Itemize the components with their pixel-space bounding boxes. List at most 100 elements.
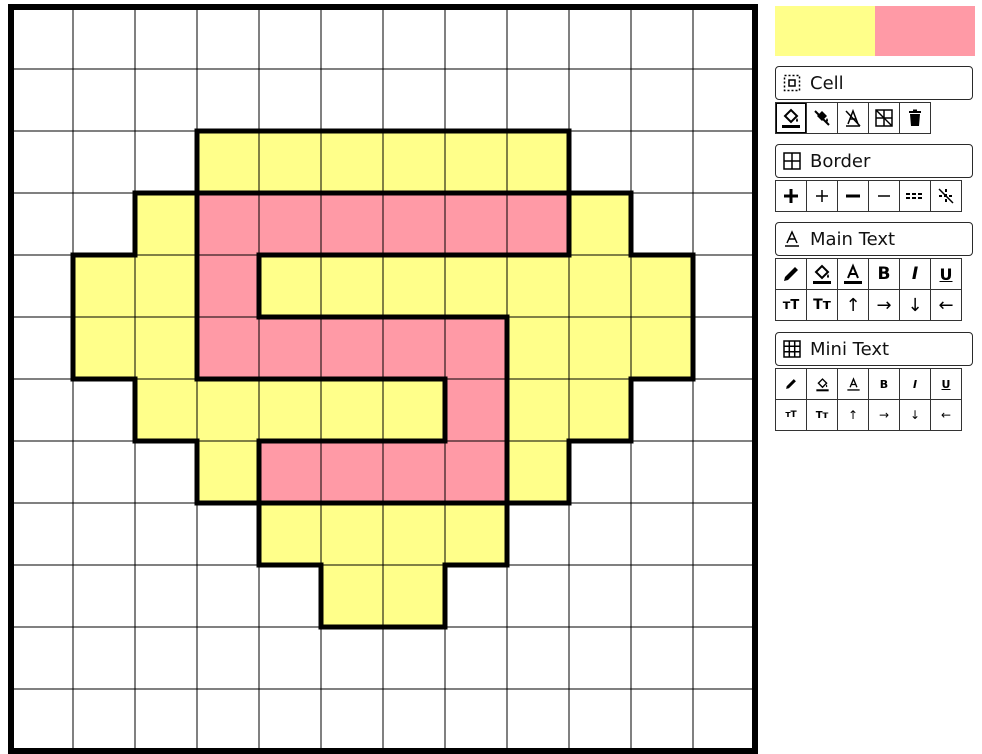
main-bold-tool[interactable]: B	[868, 258, 900, 290]
cell-section-button[interactable]: Cell	[775, 66, 973, 100]
border-add-thin-tool[interactable]	[806, 180, 838, 212]
grid-cell[interactable]	[507, 503, 569, 565]
grid-cell[interactable]	[507, 689, 569, 751]
grid-cell[interactable]	[259, 317, 321, 379]
grid-cell[interactable]	[11, 69, 73, 131]
puzzle-grid[interactable]	[8, 4, 758, 754]
grid-cell[interactable]	[197, 131, 259, 193]
grid-cell[interactable]	[383, 7, 445, 69]
grid-cell[interactable]	[259, 503, 321, 565]
grid-cell[interactable]	[383, 255, 445, 317]
no-text-tool[interactable]	[837, 102, 869, 134]
grid-cell[interactable]	[11, 503, 73, 565]
grid-cell[interactable]	[445, 255, 507, 317]
mini-fill-color-tool[interactable]	[806, 368, 838, 400]
grid-cell[interactable]	[569, 193, 631, 255]
grid-cell[interactable]	[693, 193, 755, 255]
color-swatch-pink[interactable]	[875, 6, 975, 56]
grid-cell[interactable]	[11, 689, 73, 751]
main-italic-tool[interactable]: I	[899, 258, 931, 290]
grid-cell[interactable]	[321, 627, 383, 689]
grid-cell[interactable]	[631, 69, 693, 131]
border-remove-thin-tool[interactable]	[868, 180, 900, 212]
grid-cell[interactable]	[259, 131, 321, 193]
main-text-section-button[interactable]: Main Text	[775, 222, 973, 256]
main-pencil-tool[interactable]	[775, 258, 807, 290]
grid-cell[interactable]	[693, 317, 755, 379]
grid-cell[interactable]	[631, 131, 693, 193]
grid-cell[interactable]	[11, 441, 73, 503]
grid-cell[interactable]	[445, 627, 507, 689]
grid-cell[interactable]	[631, 7, 693, 69]
grid-cell[interactable]	[693, 379, 755, 441]
grid-cell[interactable]	[693, 503, 755, 565]
grid-cell[interactable]	[73, 503, 135, 565]
grid-cell[interactable]	[631, 565, 693, 627]
grid-cell[interactable]	[569, 255, 631, 317]
grid-cell[interactable]	[73, 317, 135, 379]
grid-cell[interactable]	[507, 565, 569, 627]
grid-cell[interactable]	[631, 193, 693, 255]
grid-cell[interactable]	[259, 441, 321, 503]
grid-cell[interactable]	[11, 131, 73, 193]
grid-cell[interactable]	[73, 627, 135, 689]
grid-cell[interactable]	[197, 255, 259, 317]
grid-cell[interactable]	[73, 565, 135, 627]
grid-cell[interactable]	[445, 193, 507, 255]
grid-cell[interactable]	[11, 7, 73, 69]
mini-arrow-left-tool[interactable]: ←	[930, 399, 962, 431]
mini-arrow-right-tool[interactable]: →	[868, 399, 900, 431]
main-font-size-tool[interactable]: ᴛT	[775, 289, 807, 321]
grid-cell[interactable]	[321, 255, 383, 317]
grid-cell[interactable]	[197, 689, 259, 751]
grid-cell[interactable]	[569, 627, 631, 689]
grid-cell[interactable]	[383, 565, 445, 627]
grid-cell[interactable]	[259, 69, 321, 131]
grid-cell[interactable]	[135, 7, 197, 69]
grid-cell[interactable]	[631, 441, 693, 503]
grid-cell[interactable]	[569, 441, 631, 503]
grid-cell[interactable]	[197, 503, 259, 565]
grid-cell[interactable]	[383, 379, 445, 441]
grid-cell[interactable]	[135, 255, 197, 317]
grid-cell[interactable]	[445, 689, 507, 751]
grid-cell[interactable]	[197, 317, 259, 379]
grid-cell[interactable]	[631, 379, 693, 441]
grid-cell[interactable]	[693, 69, 755, 131]
grid-cell[interactable]	[631, 627, 693, 689]
grid-cell[interactable]	[321, 69, 383, 131]
mini-pencil-tool[interactable]	[775, 368, 807, 400]
grid-cell[interactable]	[73, 255, 135, 317]
main-fill-color-tool[interactable]	[806, 258, 838, 290]
grid-cell[interactable]	[693, 441, 755, 503]
border-add-thick-tool[interactable]	[775, 180, 807, 212]
grid-cell[interactable]	[321, 317, 383, 379]
grid-cell[interactable]	[569, 131, 631, 193]
grid-cell[interactable]	[507, 193, 569, 255]
grid-cell[interactable]	[135, 131, 197, 193]
grid-cell[interactable]	[507, 441, 569, 503]
grid-cell[interactable]	[197, 441, 259, 503]
grid-cell[interactable]	[73, 7, 135, 69]
grid-cell[interactable]	[135, 379, 197, 441]
grid-cell[interactable]	[569, 317, 631, 379]
grid-cell[interactable]	[445, 379, 507, 441]
main-arrow-down-tool[interactable]: ↓	[899, 289, 931, 321]
delete-tool[interactable]	[899, 102, 931, 134]
grid-cell[interactable]	[73, 441, 135, 503]
grid-cell[interactable]	[569, 379, 631, 441]
grid-cell[interactable]	[73, 131, 135, 193]
mini-font-color-tool[interactable]	[837, 368, 869, 400]
grid-cell[interactable]	[383, 131, 445, 193]
clear-fill-tool[interactable]	[806, 102, 838, 134]
grid-cell[interactable]	[693, 565, 755, 627]
grid-cell[interactable]	[321, 7, 383, 69]
mini-font-size-tool[interactable]: ᴛT	[775, 399, 807, 431]
border-dashed-tool[interactable]	[899, 180, 931, 212]
clear-cell-tool[interactable]	[868, 102, 900, 134]
grid-cell[interactable]	[383, 441, 445, 503]
grid-cell[interactable]	[197, 7, 259, 69]
grid-cell[interactable]	[693, 131, 755, 193]
grid-cell[interactable]	[135, 441, 197, 503]
grid-cell[interactable]	[73, 379, 135, 441]
